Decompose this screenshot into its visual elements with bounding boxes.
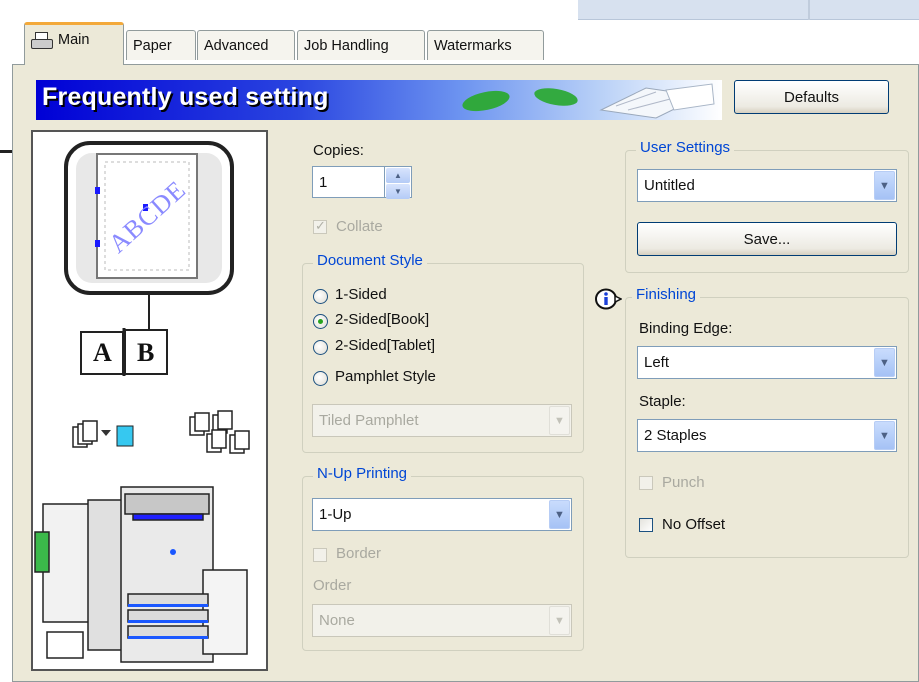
- radio-2-sided-tablet[interactable]: [313, 340, 328, 355]
- spin-down-icon[interactable]: ▼: [386, 184, 410, 199]
- pamphlet-style-select[interactable]: Tiled Pamphlet ▼: [312, 404, 572, 437]
- staple-value: 2 Staples: [644, 427, 707, 444]
- copies-label: Copies:: [313, 142, 364, 159]
- radio-1-sided[interactable]: [313, 289, 328, 304]
- user-settings-legend: User Settings: [636, 139, 735, 156]
- radio-pamphlet-style-label: Pamphlet Style: [335, 368, 436, 385]
- tab-main[interactable]: Main: [24, 22, 124, 65]
- radio-2-sided-tablet-label: 2-Sided[Tablet]: [335, 337, 436, 354]
- order-select[interactable]: None ▼: [312, 604, 572, 637]
- user-settings-value: Untitled: [644, 177, 695, 194]
- collate-checkbox[interactable]: [313, 218, 327, 234]
- order-value: None: [319, 612, 355, 629]
- radio-2-sided-book-label: 2-Sided[Book]: [335, 311, 430, 328]
- chevron-down-icon: ▼: [874, 421, 895, 450]
- radio-pamphlet-style[interactable]: [313, 371, 328, 386]
- no-offset-checkbox[interactable]: [639, 518, 653, 532]
- tab-main-label: Main: [58, 32, 90, 48]
- tab-paper-label: Paper: [133, 37, 172, 54]
- pamphlet-style-value: Tiled Pamphlet: [319, 412, 419, 429]
- staple-select[interactable]: 2 Staples ▼: [637, 419, 897, 452]
- staple-label: Staple:: [639, 393, 686, 410]
- order-label: Order: [313, 577, 352, 594]
- binding-edge-value: Left: [644, 354, 670, 371]
- border-checkbox[interactable]: [313, 548, 327, 562]
- frequently-used-banner: Frequently used setting: [36, 80, 722, 120]
- spin-up-icon[interactable]: ▲: [386, 168, 410, 183]
- nup-select[interactable]: 1-Up ▼: [312, 498, 572, 531]
- binding-edge-select[interactable]: Left ▼: [637, 346, 897, 379]
- print-preview: ABCDE A B: [31, 130, 268, 671]
- nup-value: 1-Up: [319, 506, 352, 523]
- document-style-legend: Document Style: [313, 252, 427, 269]
- save-button[interactable]: Save...: [637, 222, 897, 256]
- collate-label: Collate: [336, 218, 383, 235]
- radio-2-sided-book[interactable]: [313, 314, 328, 329]
- booklet-letter-b: B: [137, 338, 155, 367]
- tab-advanced-label: Advanced: [204, 37, 269, 54]
- chevron-down-icon: ▼: [549, 500, 570, 529]
- tab-watermarks[interactable]: Watermarks: [427, 30, 544, 60]
- background-window-strip: [578, 0, 919, 20]
- tab-watermarks-label: Watermarks: [434, 37, 512, 54]
- punch-label: Punch: [662, 474, 705, 491]
- copies-input[interactable]: 1: [312, 166, 385, 198]
- border-label: Border: [336, 545, 382, 562]
- nup-printing-legend: N-Up Printing: [313, 465, 412, 482]
- binding-edge-label: Binding Edge:: [639, 320, 733, 337]
- copies-spinner[interactable]: ▲ ▼: [385, 166, 412, 199]
- info-icon[interactable]: [595, 288, 622, 310]
- chevron-down-icon: ▼: [549, 606, 570, 635]
- no-offset-label: No Offset: [662, 516, 726, 533]
- banner-title: Frequently used setting: [42, 83, 329, 111]
- chevron-down-icon: ▼: [874, 171, 895, 200]
- chevron-down-icon: ▼: [874, 348, 895, 377]
- tab-job-handling[interactable]: Job Handling: [297, 30, 425, 60]
- punch-checkbox[interactable]: [639, 476, 653, 490]
- defaults-button[interactable]: Defaults: [734, 80, 889, 114]
- printer-icon: [31, 32, 53, 49]
- copies-value: 1: [319, 173, 328, 191]
- tab-job-handling-label: Job Handling: [304, 37, 389, 54]
- banner-decoration-icon: [462, 83, 715, 119]
- radio-1-sided-label: 1-Sided: [335, 286, 387, 303]
- booklet-letter-a: A: [93, 338, 112, 367]
- chevron-down-icon: ▼: [549, 406, 570, 435]
- user-settings-select[interactable]: Untitled ▼: [637, 169, 897, 202]
- tab-paper[interactable]: Paper: [126, 30, 196, 60]
- finishing-legend: Finishing: [632, 286, 701, 303]
- tab-advanced[interactable]: Advanced: [197, 30, 295, 60]
